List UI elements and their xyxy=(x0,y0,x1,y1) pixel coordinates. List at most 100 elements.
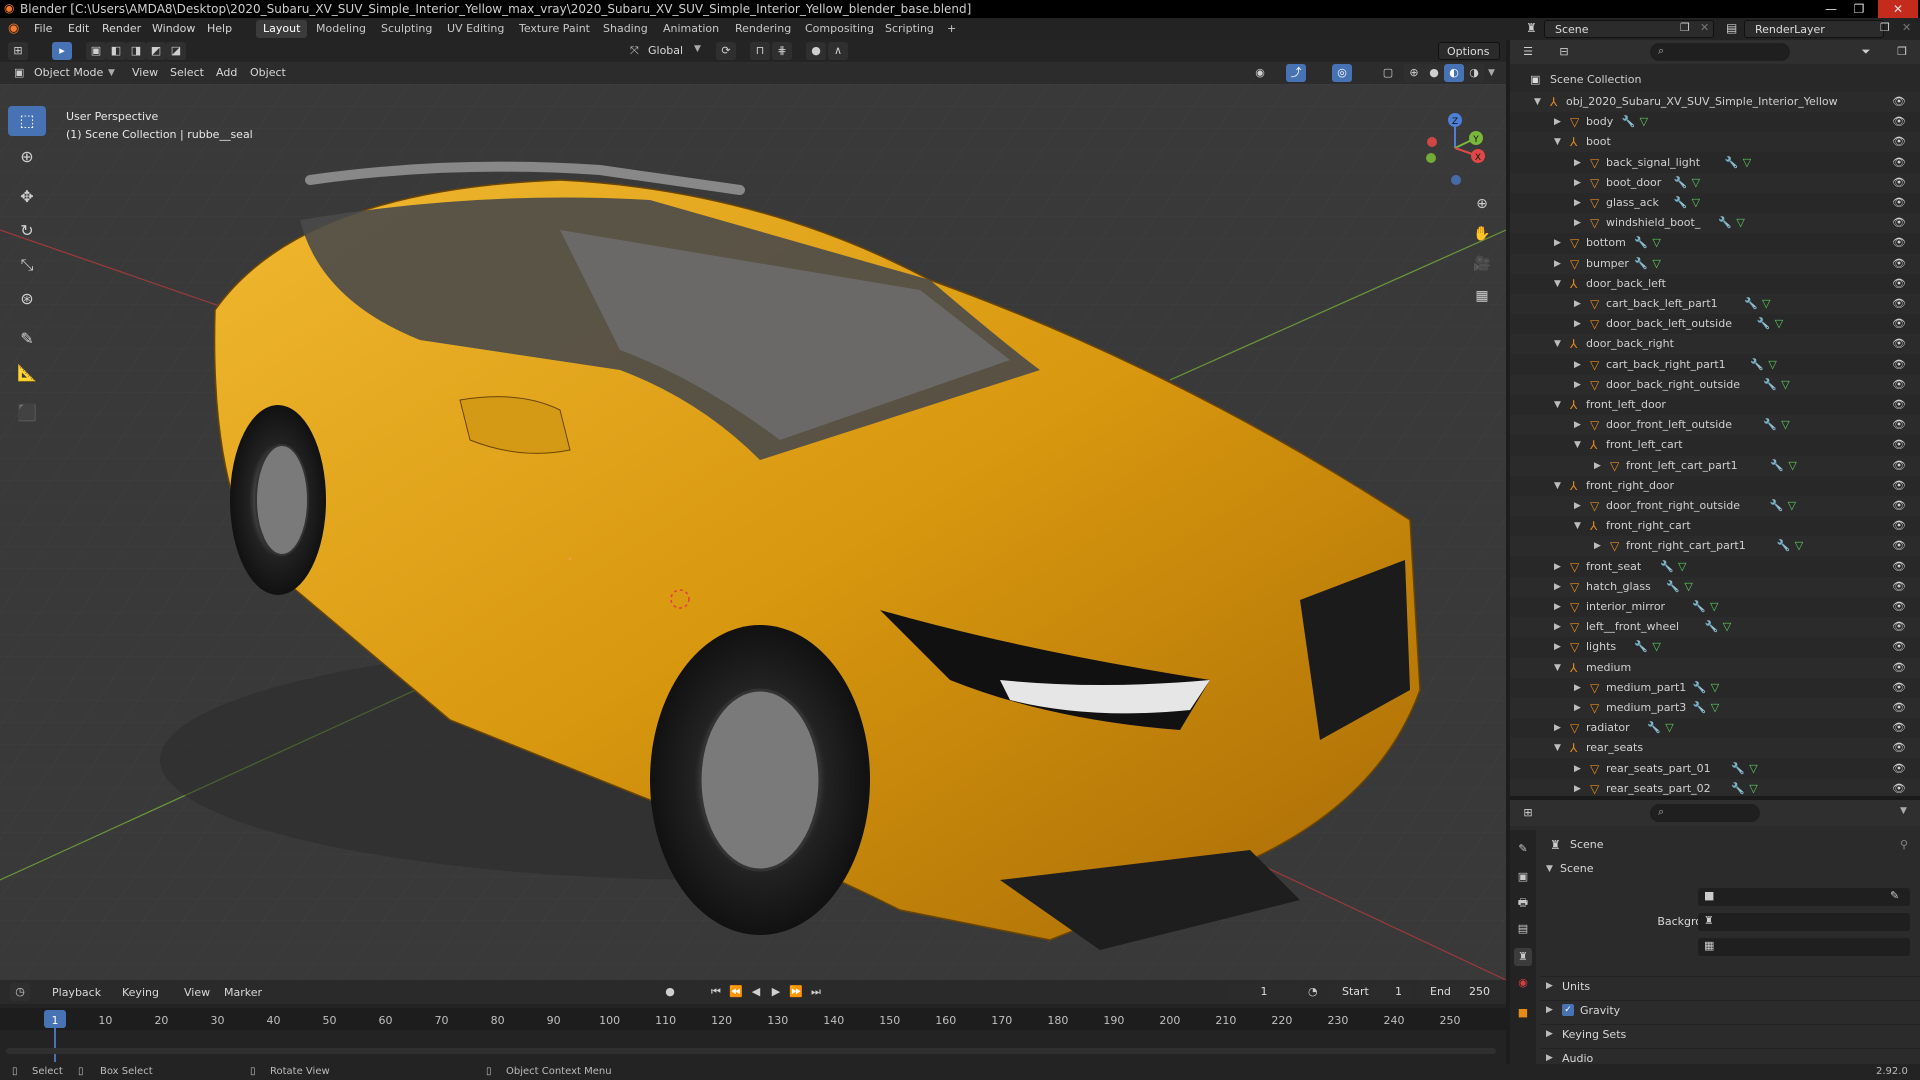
visibility-eye-icon[interactable]: 👁 xyxy=(1892,577,1906,597)
modifier-icon[interactable]: 🔧 xyxy=(1634,254,1648,274)
viewport-menu-object[interactable]: Object xyxy=(250,65,286,81)
expanded-arrow-icon[interactable]: ▼ xyxy=(1554,395,1561,415)
ortho-grid-icon[interactable]: ▦ xyxy=(1470,284,1494,308)
select-mode-intersect-icon[interactable]: ◪ xyxy=(166,42,186,60)
tab-animation[interactable]: Animation xyxy=(656,20,726,38)
world-tab-icon[interactable]: ◉ xyxy=(1514,974,1532,992)
outliner-item[interactable]: ▶ ▽ door_front_right_outside 🔧 ▽ 👁 xyxy=(1510,496,1920,516)
mesh-data-icon[interactable]: ▽ xyxy=(1736,213,1744,233)
visibility-eye-icon[interactable]: 👁 xyxy=(1892,375,1906,395)
modifier-icon[interactable]: 🔧 xyxy=(1674,173,1688,193)
audio-panel[interactable]: ▶ Audio xyxy=(1540,1048,1920,1064)
timeline-menu-playback[interactable]: Playback xyxy=(52,985,101,1001)
visibility-eye-icon[interactable]: 👁 xyxy=(1892,395,1906,415)
background-scene-field[interactable]: ♜ xyxy=(1698,913,1910,931)
scene-panel-title[interactable]: Scene xyxy=(1560,862,1594,875)
gravity-panel[interactable]: ▶ ✓ Gravity xyxy=(1540,1000,1920,1023)
chevron-down-icon[interactable]: ▼ xyxy=(1900,806,1907,816)
visibility-eye-icon[interactable]: 👁 xyxy=(1892,355,1906,375)
outliner-item[interactable]: ▶ ▽ door_back_right_outside 🔧 ▽ 👁 xyxy=(1510,374,1920,395)
visibility-eye-icon[interactable]: 👁 xyxy=(1892,435,1906,455)
tab-modeling[interactable]: Modeling xyxy=(309,20,373,38)
menu-help[interactable]: Help xyxy=(207,22,232,35)
outliner-item[interactable]: ▶ ▽ left__front_wheel 🔧 ▽ 👁 xyxy=(1510,617,1920,638)
object-mode-dropdown[interactable]: Object Mode xyxy=(34,65,103,81)
editor-type-icon[interactable]: ⊞ xyxy=(8,42,28,60)
overlay-toggle-icon[interactable]: ◎ xyxy=(1332,64,1352,82)
menu-window[interactable]: Window xyxy=(152,22,195,35)
zoom-icon[interactable]: ⊕ xyxy=(1470,192,1494,216)
outliner-item[interactable]: ▼ ⅄ front_left_cart 👁 xyxy=(1510,435,1920,455)
timeline-scrollbar[interactable] xyxy=(6,1048,1496,1054)
proportional-edit-icon[interactable]: ● xyxy=(806,42,826,60)
collapsed-arrow-icon[interactable]: ▶ xyxy=(1574,213,1581,233)
modifier-icon[interactable]: 🔧 xyxy=(1674,193,1688,213)
units-panel[interactable]: ▶ Units xyxy=(1540,976,1920,999)
collapsed-arrow-icon[interactable]: ▶ xyxy=(1554,577,1561,597)
outliner-item[interactable]: ▼ ⅄ front_right_cart 👁 xyxy=(1510,516,1920,536)
select-mode-invert-icon[interactable]: ◩ xyxy=(146,42,166,60)
mesh-data-icon[interactable]: ▽ xyxy=(1652,233,1660,253)
gravity-checkbox[interactable]: ✓ xyxy=(1562,1004,1574,1016)
properties-editor[interactable]: ⊞ ⌕ ▼ ✎ ▣ 🖶 ▤ ♜ ◉ ■ ♜ Scene ⚲ ▼ Scene Ca… xyxy=(1510,800,1920,1064)
expanded-arrow-icon[interactable]: ▼ xyxy=(1554,274,1561,294)
mesh-data-icon[interactable]: ▽ xyxy=(1640,112,1648,132)
collapsed-arrow-icon[interactable]: ▶ xyxy=(1574,355,1581,375)
visibility-eye-icon[interactable]: 👁 xyxy=(1892,153,1906,173)
collapsed-arrow-icon[interactable]: ▶ xyxy=(1554,718,1561,738)
select-mode-extend-icon[interactable]: ◧ xyxy=(106,42,126,60)
snap-target-icon[interactable]: ⋕ xyxy=(772,42,792,60)
mesh-data-icon[interactable]: ▽ xyxy=(1762,294,1770,314)
expanded-arrow-icon[interactable]: ▼ xyxy=(1534,92,1541,112)
collapsed-arrow-icon[interactable]: ▶ xyxy=(1554,254,1561,274)
outliner-item[interactable]: ▶ ▽ lights 🔧 ▽ 👁 xyxy=(1510,637,1920,657)
outliner-item[interactable]: ▼ ⅄ door_back_left 👁 xyxy=(1510,274,1920,294)
mesh-data-icon[interactable]: ▽ xyxy=(1711,678,1719,698)
properties-search-input[interactable]: ⌕ xyxy=(1650,804,1760,822)
visibility-eye-icon[interactable]: 👁 xyxy=(1892,254,1906,274)
delete-scene-icon[interactable]: ✕ xyxy=(1700,21,1709,34)
tab-sculpting[interactable]: Sculpting xyxy=(374,20,439,38)
outliner-item[interactable]: ▶ ▽ windshield_boot_ 🔧 ▽ 👁 xyxy=(1510,213,1920,234)
tab-uv-editing[interactable]: UV Editing xyxy=(440,20,511,38)
collapsed-arrow-icon[interactable]: ▶ xyxy=(1574,375,1581,395)
visibility-eye-icon[interactable]: 👁 xyxy=(1892,718,1906,738)
collapsed-arrow-icon[interactable]: ▶ xyxy=(1554,112,1561,132)
mesh-data-icon[interactable]: ▽ xyxy=(1665,718,1673,738)
outliner-item[interactable]: ▶ ▽ back_signal_light 🔧 ▽ 👁 xyxy=(1510,153,1920,173)
current-frame-field[interactable]: 1 xyxy=(1228,983,1300,1001)
outliner-item[interactable]: ▶ ▽ glass_ack 🔧 ▽ 👁 xyxy=(1510,193,1920,213)
transform-orientation-dropdown[interactable]: Global xyxy=(648,43,683,59)
visibility-eye-icon[interactable]: 👁 xyxy=(1892,314,1906,334)
expanded-arrow-icon[interactable]: ▼ xyxy=(1554,738,1561,758)
mesh-data-icon[interactable]: ▽ xyxy=(1775,314,1783,334)
outliner-editor[interactable]: ☰ ⊟ ⌕ ⏷ ❐ ▣ Scene Collection ▼ ⅄ obj_2020_… xyxy=(1510,40,1920,800)
outliner-scene-collection[interactable]: ▣ Scene Collection xyxy=(1510,70,1920,90)
modifier-icon[interactable]: 🔧 xyxy=(1705,617,1719,637)
modifier-icon[interactable]: 🔧 xyxy=(1693,678,1707,698)
visibility-eye-icon[interactable]: 👁 xyxy=(1892,557,1906,577)
outliner-item[interactable]: ▼ ⅄ front_right_door 👁 xyxy=(1510,476,1920,496)
camera-view-icon[interactable]: 🎥 xyxy=(1470,252,1494,276)
modifier-icon[interactable]: 🔧 xyxy=(1647,718,1661,738)
visibility-eye-icon[interactable]: 👁 xyxy=(1892,233,1906,253)
tab-shading[interactable]: Shading xyxy=(596,20,655,38)
visibility-icon[interactable]: ◉ xyxy=(1250,64,1270,82)
new-view-layer-icon[interactable]: ❐ xyxy=(1880,21,1890,34)
camera-field[interactable]: ■ ✎ xyxy=(1698,888,1910,906)
maximize-icon[interactable]: ❐ xyxy=(1846,0,1872,18)
modifier-icon[interactable]: 🔧 xyxy=(1757,314,1771,334)
panel-expanded-icon[interactable]: ▼ xyxy=(1546,864,1553,874)
visibility-eye-icon[interactable]: 👁 xyxy=(1892,294,1906,314)
next-keyframe-icon[interactable]: ⏩ xyxy=(786,983,806,1001)
collapsed-arrow-icon[interactable]: ▶ xyxy=(1554,597,1561,617)
collapsed-arrow-icon[interactable]: ▶ xyxy=(1574,496,1581,516)
outliner-item[interactable]: ▶ ▽ interior_mirror 🔧 ▽ 👁 xyxy=(1510,597,1920,617)
mesh-data-icon[interactable]: ▽ xyxy=(1743,153,1751,173)
collapsed-arrow-icon[interactable]: ▶ xyxy=(1574,698,1581,718)
modifier-icon[interactable]: 🔧 xyxy=(1744,294,1758,314)
rotate-tool-icon[interactable]: ↻ xyxy=(8,216,46,246)
output-tab-icon[interactable]: 🖶 xyxy=(1514,894,1532,912)
mesh-data-icon[interactable]: ▽ xyxy=(1788,496,1796,516)
collapsed-arrow-icon[interactable]: ▶ xyxy=(1574,193,1581,213)
